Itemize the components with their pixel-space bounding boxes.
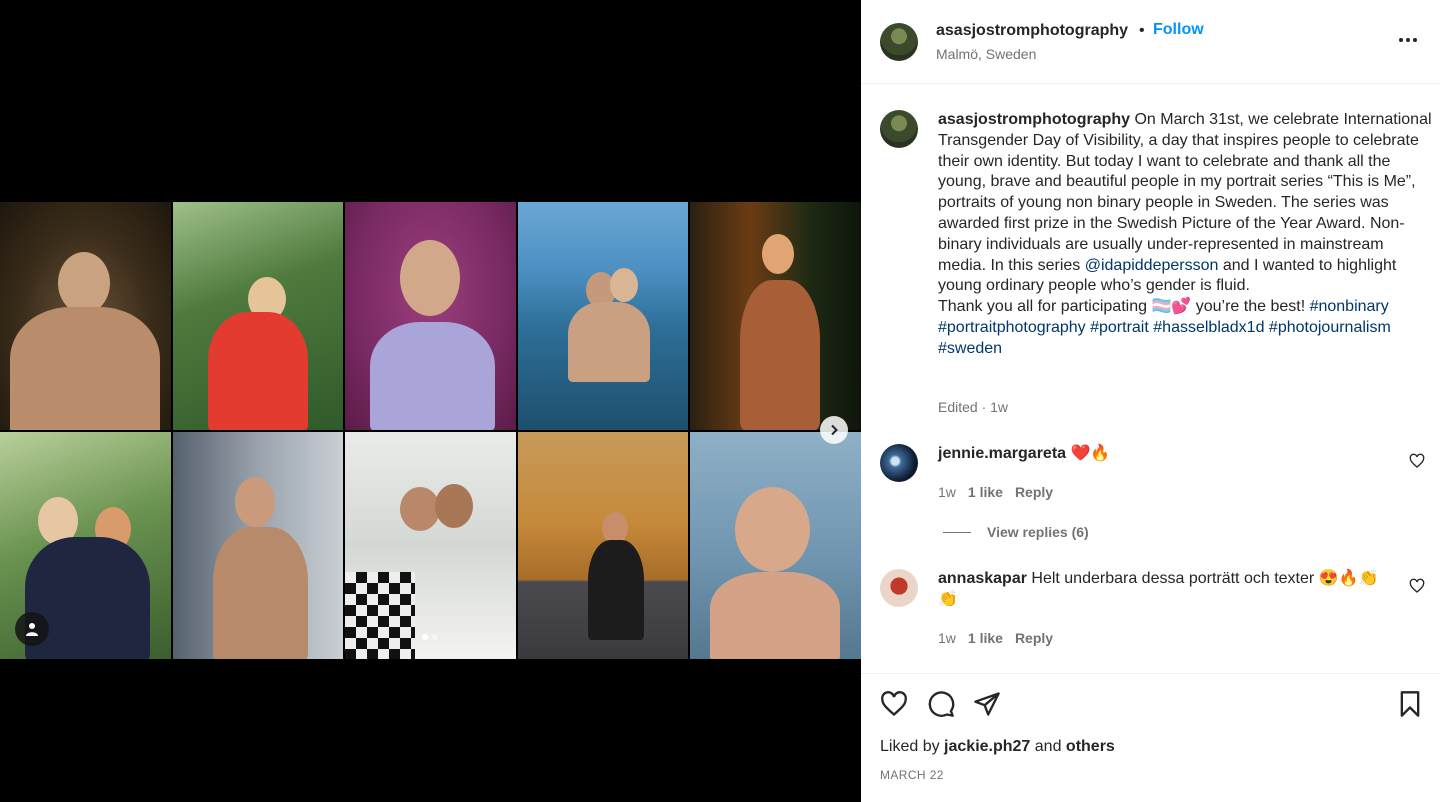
view-replies-button[interactable]: View replies (6) (943, 524, 1089, 540)
author-avatar[interactable] (880, 23, 918, 61)
comment-age: 1w (938, 484, 956, 500)
photo-tile (0, 202, 171, 430)
comment-body: jennie.margareta ❤️🔥 (938, 444, 1398, 465)
caption-username[interactable]: asasjostromphotography (938, 111, 1130, 128)
like-heart-icon[interactable] (880, 690, 908, 718)
comment-icon[interactable] (927, 690, 955, 718)
author-username[interactable]: asasjostromphotography (936, 22, 1128, 40)
comment-body: annaskapar Helt underbara dessa porträtt… (938, 569, 1398, 611)
heart-icon[interactable] (1409, 453, 1425, 469)
hashtag[interactable]: #portraitphotography (938, 319, 1086, 336)
caption-text: Thank you all for participating 🏳️‍⚧️💕 y… (938, 298, 1310, 316)
follow-button[interactable]: Follow (1153, 21, 1204, 39)
user-icon (26, 623, 38, 636)
hashtag[interactable]: #portrait (1090, 319, 1149, 336)
liked-by-user[interactable]: jackie.ph27 (944, 738, 1030, 755)
comment-username[interactable]: jennie.margareta (938, 445, 1066, 462)
tagged-users-button[interactable] (15, 612, 49, 646)
edited-timestamp: Edited · 1w (938, 399, 1009, 415)
post-media[interactable] (0, 0, 861, 802)
carousel-dot-active (422, 634, 428, 640)
share-icon[interactable] (973, 690, 1001, 718)
hashtag[interactable]: #photojournalism (1269, 319, 1391, 336)
caption-text: On March 31st, we celebrate Internationa… (938, 111, 1432, 274)
comment-likes[interactable]: 1 like (968, 484, 1003, 500)
post-caption: asasjostromphotography On March 31st, we… (938, 110, 1433, 360)
photo-tile (345, 431, 516, 659)
post-location[interactable]: Malmö, Sweden (936, 46, 1036, 62)
photo-tile (172, 202, 344, 430)
liked-by-prefix: Liked by (880, 738, 945, 755)
carousel-dot (432, 634, 438, 640)
photo-tile (345, 202, 516, 430)
bookmark-icon[interactable] (1396, 690, 1424, 718)
commenter-avatar[interactable] (880, 569, 918, 607)
hashtag[interactable]: #hasselbladx1d (1153, 319, 1264, 336)
reply-button[interactable]: Reply (1015, 630, 1053, 646)
liked-by: Liked by jackie.ph27 and others (880, 738, 1115, 756)
photo-tile (690, 202, 861, 430)
caption-mention[interactable]: @idapiddepersson (1085, 257, 1219, 274)
carousel-indicator (422, 634, 438, 640)
header-separator: • (1139, 22, 1145, 39)
photo-grid (0, 202, 861, 659)
photo-tile (172, 431, 344, 659)
hashtag[interactable]: #sweden (938, 340, 1002, 357)
comment-text: ❤️🔥 (1066, 445, 1111, 462)
liked-by-and: and (1030, 738, 1066, 755)
commenter-avatar[interactable] (880, 444, 918, 482)
comment-meta: 1w 1 like Reply (938, 630, 1053, 646)
photo-tile (517, 431, 689, 659)
hashtag[interactable]: #nonbinary (1310, 298, 1389, 315)
comment-likes[interactable]: 1 like (968, 630, 1003, 646)
caption-avatar[interactable] (880, 110, 918, 148)
post-header: asasjostromphotography • Follow Malmö, S… (861, 0, 1440, 84)
reply-button[interactable]: Reply (1015, 484, 1053, 500)
heart-icon[interactable] (1409, 578, 1425, 594)
post-side-panel: asasjostromphotography • Follow Malmö, S… (861, 0, 1440, 802)
divider (943, 531, 971, 533)
photo-tile (690, 431, 861, 659)
photo-tile (517, 202, 689, 430)
more-horizontal-icon[interactable] (1396, 28, 1420, 52)
comment-username[interactable]: annaskapar (938, 570, 1027, 587)
comment-meta: 1w 1 like Reply (938, 484, 1053, 500)
post-date[interactable]: MARCH 22 (880, 768, 944, 782)
next-slide-button[interactable] (820, 416, 848, 444)
liked-by-others[interactable]: others (1066, 738, 1115, 755)
post-actions: Liked by jackie.ph27 and others MARCH 22 (861, 673, 1440, 802)
view-replies-label: View replies (6) (987, 524, 1089, 540)
chevron-right-icon (831, 424, 838, 436)
comment-age: 1w (938, 630, 956, 646)
